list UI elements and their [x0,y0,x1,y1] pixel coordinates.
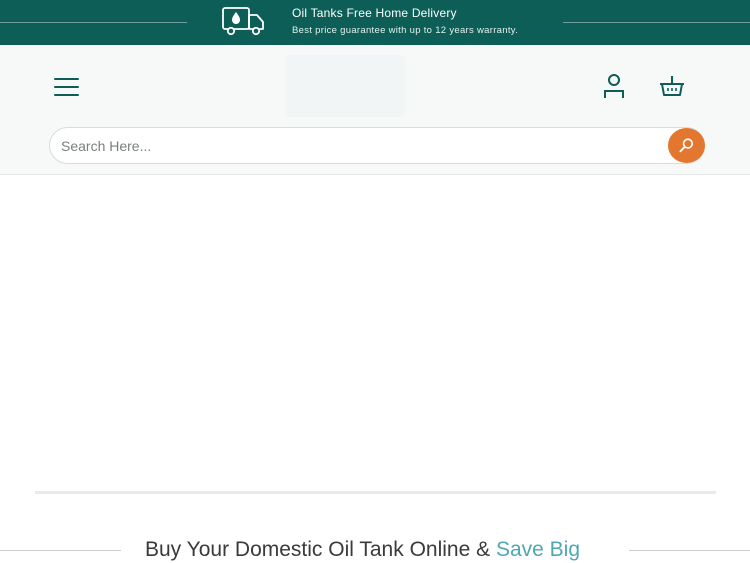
section-divider [35,491,716,494]
search-icon [679,138,694,153]
heading-left-rule [0,550,121,551]
user-account-icon[interactable] [602,73,626,99]
promo-title: Oil Tanks Free Home Delivery [292,6,457,20]
delivery-truck-icon [222,7,264,36]
site-logo[interactable] [285,55,405,117]
search-button[interactable] [668,128,705,163]
promo-bar-right-rule [563,22,750,23]
site-header [0,45,750,175]
hamburger-menu-icon[interactable] [54,77,79,97]
search-input[interactable] [61,128,661,163]
promo-bar-left-rule [0,22,187,23]
section-heading: Buy Your Domestic Oil Tank Online & Save… [145,538,580,562]
shopping-basket-icon[interactable] [659,75,685,97]
promo-subtitle: Best price guarantee with up to 12 years… [292,25,519,36]
search-bar [49,127,705,164]
section-heading-accent: Save Big [495,538,581,561]
section-heading-main: Buy Your Domestic Oil Tank Online & [145,538,496,561]
promo-bar: Oil Tanks Free Home Delivery Best price … [0,0,750,45]
hero-banner-area [0,175,750,490]
heading-right-rule [629,550,750,551]
